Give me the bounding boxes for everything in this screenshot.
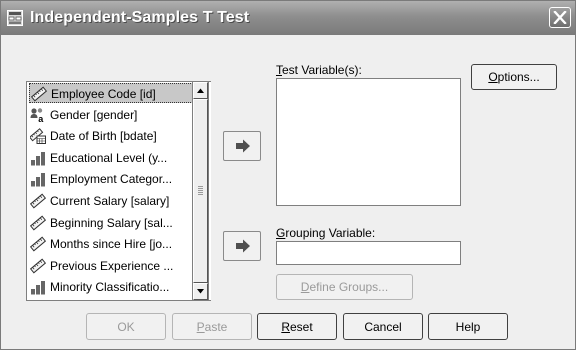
scale-ruler-icon: [29, 193, 47, 209]
variable-list-scrollbar[interactable]: [192, 81, 209, 301]
ordinal-icon: [30, 279, 46, 295]
options-button[interactable]: Options...: [471, 64, 557, 90]
paste-button[interactable]: Paste: [172, 313, 252, 340]
scroll-thumb[interactable]: [193, 99, 208, 283]
test-variables-label: Test Variable(s):: [276, 63, 362, 77]
scale-ruler-icon: [29, 236, 47, 252]
variable-item[interactable]: Employment Categor...: [29, 169, 193, 189]
variable-item-label: Employment Categor...: [50, 172, 173, 187]
variable-item[interactable]: Employee Code [id]: [29, 83, 193, 103]
variable-item-label: Beginning Salary [sal...: [50, 215, 173, 230]
grouping-variable-label: Grouping Variable:: [276, 226, 376, 240]
test-variables-list[interactable]: [276, 78, 461, 206]
scale-date-icon: [29, 128, 46, 145]
arrow-right-icon: [236, 139, 250, 153]
nominal-icon: a: [30, 107, 46, 124]
help-button[interactable]: Help: [428, 313, 508, 340]
scroll-down-button[interactable]: [193, 283, 208, 300]
title-bar[interactable]: Independent-Samples T Test: [1, 1, 575, 35]
variable-item[interactable]: Previous Experience ...: [29, 256, 193, 276]
variable-item-label: Date of Birth [bdate]: [50, 129, 157, 144]
variable-item[interactable]: a Gender [gender]: [29, 105, 193, 125]
scroll-down-icon: [197, 289, 204, 294]
variable-item-label: Educational Level (y...: [50, 150, 168, 165]
window-title: Independent-Samples T Test: [30, 9, 250, 26]
variable-item[interactable]: Minority Classificatio...: [29, 277, 193, 297]
svg-text:a: a: [38, 114, 44, 123]
close-button[interactable]: [549, 7, 571, 28]
cancel-button[interactable]: Cancel: [343, 313, 423, 340]
variable-item[interactable]: Beginning Salary [sal...: [29, 213, 193, 233]
dialog-window: Independent-Samples T Test Employee Code…: [0, 0, 576, 350]
variable-item-label: Minority Classificatio...: [50, 280, 170, 295]
grouping-variable-field[interactable]: [276, 241, 461, 265]
reset-button[interactable]: Reset: [257, 313, 337, 340]
ok-button[interactable]: OK: [86, 313, 166, 340]
scale-ruler-icon: [30, 86, 48, 102]
scroll-up-button[interactable]: [193, 82, 208, 99]
scale-ruler-icon: [29, 215, 47, 231]
variable-item-label: Months since Hire [jo...: [50, 237, 173, 252]
define-groups-button[interactable]: Define Groups...: [276, 274, 413, 300]
variable-item[interactable]: Educational Level (y...: [29, 148, 193, 168]
variable-item[interactable]: Current Salary [salary]: [29, 191, 193, 211]
ordinal-icon: [30, 171, 46, 187]
variable-item[interactable]: Date of Birth [bdate]: [29, 126, 193, 146]
scroll-up-icon: [197, 88, 204, 93]
move-to-test-variables-button[interactable]: [223, 131, 261, 161]
scale-ruler-icon: [29, 258, 47, 274]
variable-item-label: Previous Experience ...: [50, 258, 174, 273]
dialog-icon: [7, 10, 23, 26]
move-to-grouping-variable-button[interactable]: [223, 231, 261, 261]
variable-item[interactable]: Months since Hire [jo...: [29, 234, 193, 254]
close-icon: [553, 11, 567, 24]
variable-item-label: Current Salary [salary]: [50, 194, 170, 208]
arrow-right-icon: [236, 239, 250, 253]
ordinal-icon: [30, 150, 46, 166]
variable-item-label: Gender [gender]: [50, 107, 138, 122]
scroll-grip: [198, 186, 203, 196]
variable-list[interactable]: Employee Code [id] a Gender [gender] Date o…: [26, 81, 211, 301]
variable-item-label: Employee Code [id]: [51, 87, 156, 101]
